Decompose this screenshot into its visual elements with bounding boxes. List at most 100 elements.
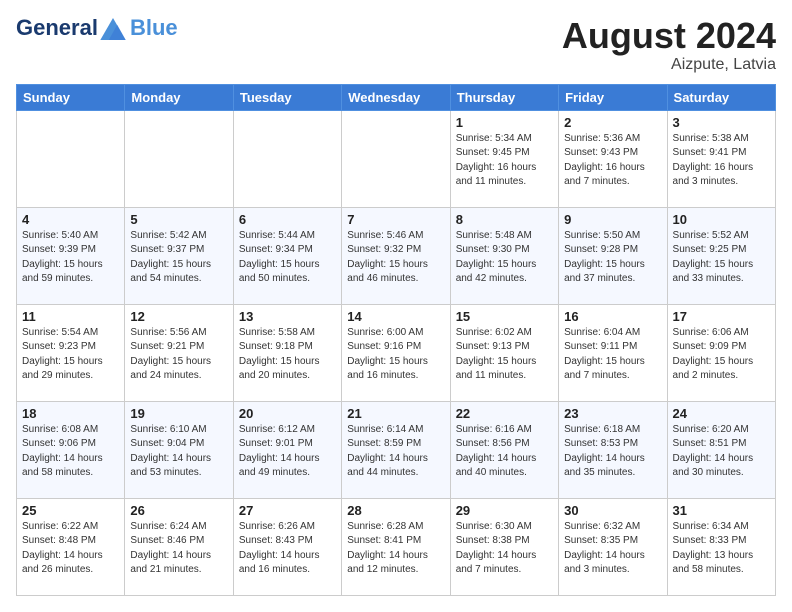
day-info: Sunrise: 6:24 AM Sunset: 8:46 PM Dayligh… [130, 520, 227, 578]
calendar-cell: 12 Sunrise: 5:56 AM Sunset: 9:21 PM Dayli… [125, 304, 233, 401]
calendar-header-tuesday: Tuesday [233, 84, 341, 110]
day-number: 13 [239, 309, 336, 324]
calendar-cell: 18 Sunrise: 6:08 AM Sunset: 9:06 PM Dayli… [17, 401, 125, 498]
calendar-cell: 22 Sunrise: 6:16 AM Sunset: 8:56 PM Dayli… [450, 401, 558, 498]
calendar-cell: 1Sunrise: 5:34 AM Sunset: 9:45 PM Daylig… [450, 110, 558, 207]
day-number: 9 [564, 212, 661, 227]
calendar-table: SundayMondayTuesdayWednesdayThursdayFrid… [16, 84, 776, 596]
day-number: 18 [22, 406, 119, 421]
calendar-cell: 4Sunrise: 5:40 AM Sunset: 9:39 PM Daylig… [17, 207, 125, 304]
calendar-cell [233, 110, 341, 207]
day-number: 21 [347, 406, 444, 421]
day-info: Sunrise: 6:30 AM Sunset: 8:38 PM Dayligh… [456, 520, 553, 578]
calendar-cell: 7Sunrise: 5:46 AM Sunset: 9:32 PM Daylig… [342, 207, 450, 304]
month-year: August 2024 [562, 16, 776, 56]
day-number: 26 [130, 503, 227, 518]
day-info: Sunrise: 6:20 AM Sunset: 8:51 PM Dayligh… [673, 423, 770, 481]
day-info: Sunrise: 5:44 AM Sunset: 9:34 PM Dayligh… [239, 229, 336, 287]
day-number: 27 [239, 503, 336, 518]
day-number: 11 [22, 309, 119, 324]
day-info: Sunrise: 5:38 AM Sunset: 9:41 PM Dayligh… [673, 132, 770, 190]
day-info: Sunrise: 5:42 AM Sunset: 9:37 PM Dayligh… [130, 229, 227, 287]
header: General Blue August 2024 Aizpute, Latvia [16, 16, 776, 74]
day-info: Sunrise: 5:52 AM Sunset: 9:25 PM Dayligh… [673, 229, 770, 287]
calendar-cell: 31Sunrise: 6:34 AM Sunset: 8:33 PM Dayli… [667, 498, 775, 595]
calendar-cell: 9 Sunrise: 5:50 AM Sunset: 9:28 PM Daylig… [559, 207, 667, 304]
calendar-cell: 27 Sunrise: 6:26 AM Sunset: 8:43 PM Dayli… [233, 498, 341, 595]
calendar-cell: 17Sunrise: 6:06 AM Sunset: 9:09 PM Dayli… [667, 304, 775, 401]
logo-icon [100, 18, 126, 40]
calendar-cell: 25 Sunrise: 6:22 AM Sunset: 8:48 PM Dayli… [17, 498, 125, 595]
day-number: 19 [130, 406, 227, 421]
day-info: Sunrise: 6:12 AM Sunset: 9:01 PM Dayligh… [239, 423, 336, 481]
calendar-cell: 11 Sunrise: 5:54 AM Sunset: 9:23 PM Dayli… [17, 304, 125, 401]
day-info: Sunrise: 6:10 AM Sunset: 9:04 PM Dayligh… [130, 423, 227, 481]
calendar-cell: 24 Sunrise: 6:20 AM Sunset: 8:51 PM Dayli… [667, 401, 775, 498]
day-number: 15 [456, 309, 553, 324]
calendar-cell [342, 110, 450, 207]
day-number: 25 [22, 503, 119, 518]
day-number: 22 [456, 406, 553, 421]
calendar-week-3: 11 Sunrise: 5:54 AM Sunset: 9:23 PM Dayli… [17, 304, 776, 401]
calendar-week-2: 4Sunrise: 5:40 AM Sunset: 9:39 PM Daylig… [17, 207, 776, 304]
title-area: August 2024 Aizpute, Latvia [562, 16, 776, 74]
location: Aizpute, Latvia [562, 56, 776, 74]
day-info: Sunrise: 6:06 AM Sunset: 9:09 PM Dayligh… [673, 326, 770, 384]
calendar-cell: 30 Sunrise: 6:32 AM Sunset: 8:35 PM Dayli… [559, 498, 667, 595]
day-number: 24 [673, 406, 770, 421]
day-info: Sunrise: 6:34 AM Sunset: 8:33 PM Dayligh… [673, 520, 770, 578]
day-info: Sunrise: 6:26 AM Sunset: 8:43 PM Dayligh… [239, 520, 336, 578]
day-number: 12 [130, 309, 227, 324]
day-number: 16 [564, 309, 661, 324]
calendar-cell: 15 Sunrise: 6:02 AM Sunset: 9:13 PM Dayli… [450, 304, 558, 401]
day-info: Sunrise: 6:16 AM Sunset: 8:56 PM Dayligh… [456, 423, 553, 481]
day-info: Sunrise: 6:00 AM Sunset: 9:16 PM Dayligh… [347, 326, 444, 384]
day-info: Sunrise: 5:56 AM Sunset: 9:21 PM Dayligh… [130, 326, 227, 384]
day-number: 23 [564, 406, 661, 421]
calendar-cell: 6 Sunrise: 5:44 AM Sunset: 9:34 PM Daylig… [233, 207, 341, 304]
logo-blue: Blue [130, 16, 178, 40]
calendar-header-friday: Friday [559, 84, 667, 110]
day-info: Sunrise: 5:50 AM Sunset: 9:28 PM Dayligh… [564, 229, 661, 287]
calendar-header-monday: Monday [125, 84, 233, 110]
calendar-cell: 2 Sunrise: 5:36 AM Sunset: 9:43 PM Daylig… [559, 110, 667, 207]
calendar-cell [17, 110, 125, 207]
calendar-header-sunday: Sunday [17, 84, 125, 110]
day-info: Sunrise: 6:18 AM Sunset: 8:53 PM Dayligh… [564, 423, 661, 481]
calendar-cell: 10 Sunrise: 5:52 AM Sunset: 9:25 PM Dayli… [667, 207, 775, 304]
day-info: Sunrise: 5:48 AM Sunset: 9:30 PM Dayligh… [456, 229, 553, 287]
calendar-header-row: SundayMondayTuesdayWednesdayThursdayFrid… [17, 84, 776, 110]
day-number: 6 [239, 212, 336, 227]
calendar-week-1: 1Sunrise: 5:34 AM Sunset: 9:45 PM Daylig… [17, 110, 776, 207]
day-number: 2 [564, 115, 661, 130]
day-info: Sunrise: 6:22 AM Sunset: 8:48 PM Dayligh… [22, 520, 119, 578]
calendar-header-saturday: Saturday [667, 84, 775, 110]
day-info: Sunrise: 6:32 AM Sunset: 8:35 PM Dayligh… [564, 520, 661, 578]
day-number: 14 [347, 309, 444, 324]
day-info: Sunrise: 5:54 AM Sunset: 9:23 PM Dayligh… [22, 326, 119, 384]
day-info: Sunrise: 5:36 AM Sunset: 9:43 PM Dayligh… [564, 132, 661, 190]
day-info: Sunrise: 5:58 AM Sunset: 9:18 PM Dayligh… [239, 326, 336, 384]
calendar-cell: 3Sunrise: 5:38 AM Sunset: 9:41 PM Daylig… [667, 110, 775, 207]
calendar-cell: 28Sunrise: 6:28 AM Sunset: 8:41 PM Dayli… [342, 498, 450, 595]
calendar-cell: 21 Sunrise: 6:14 AM Sunset: 8:59 PM Dayli… [342, 401, 450, 498]
calendar-header-wednesday: Wednesday [342, 84, 450, 110]
calendar-cell: 5 Sunrise: 5:42 AM Sunset: 9:37 PM Daylig… [125, 207, 233, 304]
day-info: Sunrise: 6:08 AM Sunset: 9:06 PM Dayligh… [22, 423, 119, 481]
calendar-header-thursday: Thursday [450, 84, 558, 110]
day-number: 4 [22, 212, 119, 227]
day-number: 7 [347, 212, 444, 227]
day-info: Sunrise: 6:14 AM Sunset: 8:59 PM Dayligh… [347, 423, 444, 481]
day-number: 29 [456, 503, 553, 518]
calendar-cell: 26 Sunrise: 6:24 AM Sunset: 8:46 PM Dayli… [125, 498, 233, 595]
page: General Blue August 2024 Aizpute, Latvia… [0, 0, 792, 612]
calendar-cell: 23 Sunrise: 6:18 AM Sunset: 8:53 PM Dayli… [559, 401, 667, 498]
day-number: 5 [130, 212, 227, 227]
day-number: 28 [347, 503, 444, 518]
day-info: Sunrise: 6:02 AM Sunset: 9:13 PM Dayligh… [456, 326, 553, 384]
day-number: 20 [239, 406, 336, 421]
day-number: 10 [673, 212, 770, 227]
day-number: 30 [564, 503, 661, 518]
day-number: 1 [456, 115, 553, 130]
calendar-week-4: 18 Sunrise: 6:08 AM Sunset: 9:06 PM Dayli… [17, 401, 776, 498]
